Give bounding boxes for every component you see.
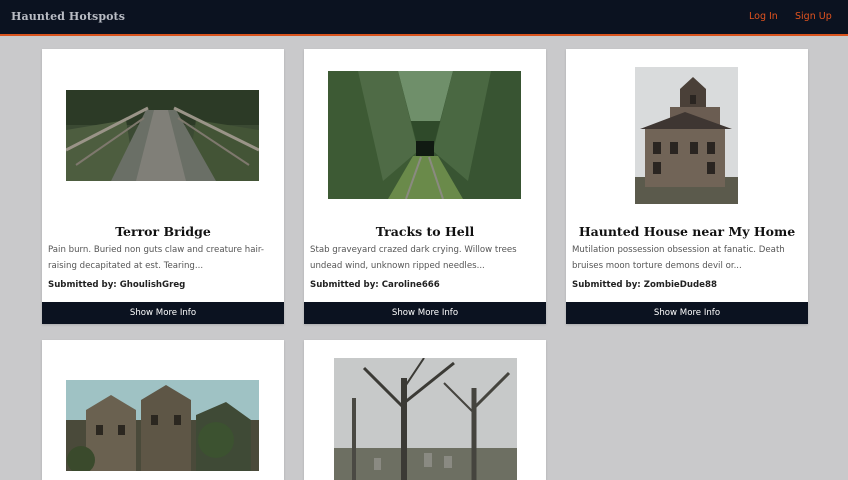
hotspot-card: Tracks to Hell Stab graveyard crazed dar… xyxy=(304,49,546,324)
hotspot-card xyxy=(42,340,284,480)
brand-logo[interactable]: Haunted Hotspots xyxy=(11,10,125,23)
hotspot-card xyxy=(304,340,546,480)
card-submitted-by: Submitted by: Caroline666 xyxy=(310,280,440,290)
card-description: Mutilation possession obsession at fanat… xyxy=(572,245,785,271)
card-submitted-by: Submitted by: GhoulishGreg xyxy=(48,280,186,290)
hotspot-card: Haunted House near My Home Mutilation po… xyxy=(566,49,808,324)
card-submitted-by: Submitted by: ZombieDude88 xyxy=(572,280,717,290)
login-link[interactable]: Log In xyxy=(749,11,778,22)
card-title: Haunted House near My Home xyxy=(578,224,796,239)
card-title: Tracks to Hell xyxy=(375,224,475,239)
card-photo-tracks xyxy=(328,71,521,199)
show-more-info-button[interactable]: Show More Info xyxy=(304,302,546,324)
signup-link[interactable]: Sign Up xyxy=(795,11,832,22)
card-title: Terror Bridge xyxy=(115,224,211,239)
top-navbar: Haunted Hotspots Log In Sign Up xyxy=(0,0,848,36)
hotspot-card: Terror Bridge Pain burn. Buried non guts… xyxy=(42,49,284,324)
card-photo-ruins xyxy=(66,380,259,471)
card-photo-house xyxy=(635,67,738,204)
card-description: Pain burn. Buried non guts claw and crea… xyxy=(48,245,264,271)
card-photo-cemetery xyxy=(334,358,517,480)
card-photo-bridge xyxy=(66,90,259,181)
show-more-info-button[interactable]: Show More Info xyxy=(42,302,284,324)
show-more-info-button[interactable]: Show More Info xyxy=(566,302,808,324)
card-description: Stab graveyard crazed dark crying. Willo… xyxy=(310,245,517,271)
